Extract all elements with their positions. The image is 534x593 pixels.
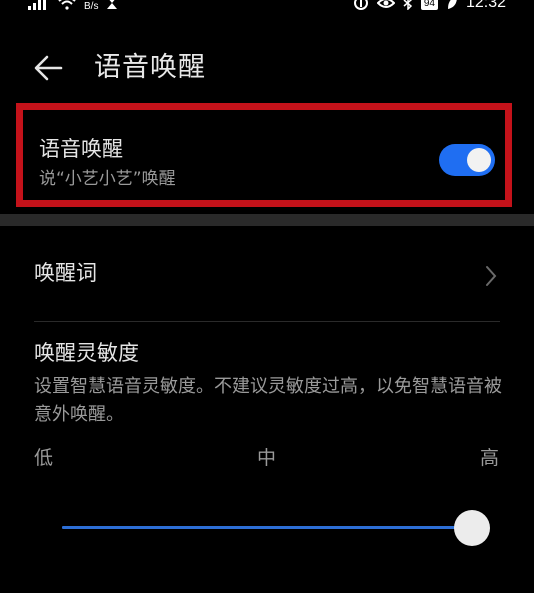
clock: 12:32 — [465, 0, 506, 11]
bluetooth-icon — [403, 0, 412, 10]
row-divider — [34, 321, 500, 322]
network-speed-unit: B/s — [84, 0, 99, 12]
voice-wake-toggle[interactable] — [439, 144, 495, 176]
battery-icon: 94 — [420, 0, 438, 10]
hourglass-icon — [107, 0, 118, 9]
nfc-icon — [353, 0, 368, 10]
signal-icon — [28, 0, 46, 10]
sensitivity-title: 唤醒灵敏度 — [34, 341, 139, 365]
voice-wake-subtitle: 说“小艺小艺”唤醒 — [39, 169, 176, 189]
voice-wake-settings-screen: B/s 94 12:32 语音唤醒 语音唤醒 说“小艺小艺”唤醒 唤醒词 唤醒灵… — [0, 0, 534, 593]
status-bar: B/s 94 12:32 — [0, 0, 534, 14]
sensitivity-level-low: 低 — [34, 447, 54, 469]
slider-fill — [62, 526, 472, 529]
chevron-right-icon — [486, 266, 497, 286]
status-bar-right: 94 12:32 — [353, 0, 506, 14]
wifi-icon — [58, 0, 76, 10]
toggle-knob — [467, 148, 491, 172]
sensitivity-description: 设置智慧语音灵敏度。不建议灵敏度过高，以免智慧语音被意外唤醒。 — [34, 376, 502, 425]
wake-word-row[interactable]: 唤醒词 — [0, 226, 534, 322]
page-title: 语音唤醒 — [94, 52, 206, 83]
eye-icon — [376, 0, 395, 8]
wake-word-label: 唤醒词 — [34, 261, 97, 285]
header: 语音唤醒 — [0, 40, 534, 94]
slider-thumb[interactable] — [454, 510, 490, 546]
sensitivity-level-mid: 中 — [257, 447, 277, 469]
voice-wake-row[interactable]: 语音唤醒 说“小艺小艺”唤醒 — [16, 103, 512, 207]
back-arrow-icon — [34, 55, 63, 81]
leaf-icon — [447, 0, 457, 9]
status-bar-left: B/s — [28, 0, 118, 14]
sensitivity-slider[interactable] — [62, 508, 490, 548]
voice-wake-title: 语音唤醒 — [39, 137, 123, 161]
back-button[interactable] — [30, 50, 66, 86]
section-divider — [0, 214, 534, 226]
sensitivity-level-high: 高 — [480, 447, 500, 469]
